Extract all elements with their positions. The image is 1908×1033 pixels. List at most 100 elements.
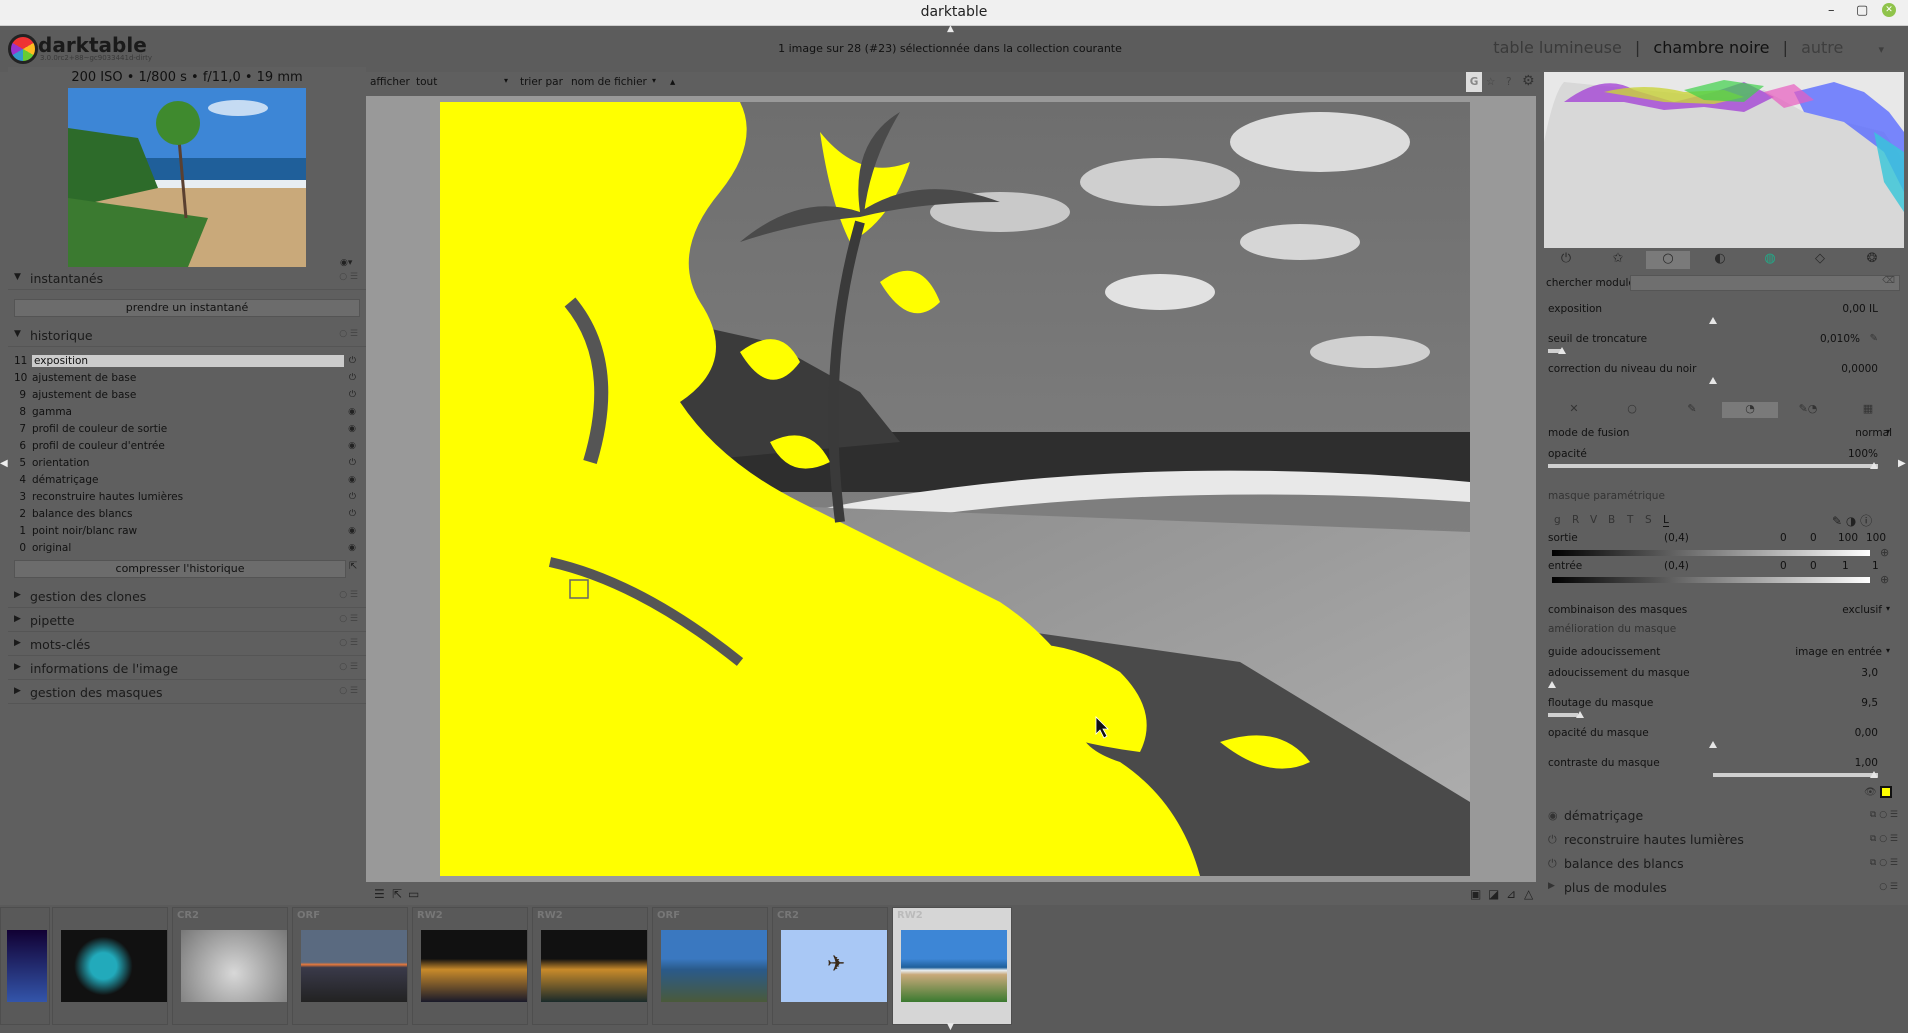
blend-parametric-icon[interactable]: ◔ <box>1722 402 1778 418</box>
display-mask-eye-icon[interactable]: 👁 <box>1864 787 1877 798</box>
close-button[interactable]: ✕ <box>1882 3 1896 17</box>
invert-polarity-icon[interactable]: ⊕ <box>1880 573 1889 586</box>
dropdown-arrow-icon[interactable]: ▾ <box>1886 604 1890 613</box>
slider-knob[interactable] <box>1558 347 1566 354</box>
clipping-threshold-slider[interactable]: seuil de troncature 0,010% ✎ <box>1548 333 1878 361</box>
blend-raster-icon[interactable]: ▦ <box>1840 402 1896 418</box>
clone-section-header[interactable]: ▶ gestion des clones ○ ☰ <box>8 586 366 608</box>
color-picker-icon[interactable]: ✎ <box>1870 333 1878 344</box>
feathering-radius-slider[interactable]: adoucissement du masque 3,0 <box>1548 667 1878 695</box>
history-item[interactable]: 8 gamma ◉ <box>14 406 360 423</box>
search-module-input[interactable]: ⌫ <box>1630 275 1900 291</box>
black-level-slider[interactable]: correction du niveau du noir 0,0000 <box>1548 363 1878 391</box>
blend-uniform-icon[interactable]: ○ <box>1604 402 1660 418</box>
history-item[interactable]: 4 dématriçage ◉ <box>14 474 360 491</box>
history-item[interactable]: 2 balance des blancs ⏻ <box>14 508 360 525</box>
snapshots-header[interactable]: ▼ instantanés ○ ☰ <box>8 268 366 290</box>
module-header-icons[interactable]: ⧉ ○ ☰ <box>1870 810 1898 820</box>
active-modules-power-icon[interactable]: ⏻ <box>1544 251 1588 269</box>
show-dropdown[interactable]: tout <box>416 76 437 88</box>
tagging-section-header[interactable]: ▶ mots-clés ○ ☰ <box>8 634 366 656</box>
correct-group-icon[interactable]: ◇ <box>1798 251 1842 269</box>
history-item[interactable]: 7 profil de couleur de sortie ◉ <box>14 423 360 440</box>
input-gradient-slider[interactable] <box>1552 577 1870 583</box>
mask-manager-section-header[interactable]: ▶ gestion des masques ○ ☰ <box>8 682 366 704</box>
mask-contrast-slider[interactable]: contraste du masque 1,00 <box>1548 757 1878 785</box>
channel-tab[interactable]: g <box>1554 514 1561 526</box>
tone-group-icon[interactable]: ◐ <box>1698 251 1742 269</box>
history-item[interactable]: 5 orientation ⏻ <box>14 457 360 474</box>
view-lighttable[interactable]: table lumineuse <box>1493 38 1622 57</box>
preferences-gear-icon[interactable]: ⚙ <box>1522 73 1535 89</box>
invert-polarity-icon[interactable]: ⊕ <box>1880 546 1889 559</box>
compress-history-button[interactable]: compresser l'historique <box>14 560 346 578</box>
navigation-thumbnail[interactable] <box>68 88 306 267</box>
reset-icon[interactable]: ○ ☰ <box>339 638 358 648</box>
module-demosaic[interactable]: ◉ dématriçage ⧉ ○ ☰ <box>1544 806 1904 828</box>
reset-icon[interactable]: ○ ☰ <box>339 590 358 600</box>
maximize-button[interactable]: ▢ <box>1856 3 1868 18</box>
take-snapshot-button[interactable]: prendre un instantané <box>14 299 360 317</box>
top-panel-collapse-icon[interactable]: ▲ <box>947 24 954 34</box>
power-icon[interactable]: ⏻ <box>1548 857 1557 871</box>
dropdown-arrow-icon[interactable]: ▾ <box>652 76 656 85</box>
filmstrip-thumbnail[interactable]: RW2 <box>532 907 648 1025</box>
right-panel-collapse-icon[interactable]: ▶ <box>1898 458 1906 469</box>
power-icon[interactable]: ⏻ <box>1548 833 1557 847</box>
channel-tab[interactable]: V <box>1590 514 1597 526</box>
minimize-button[interactable]: – <box>1828 3 1835 18</box>
filmstrip-thumbnail-selected[interactable]: RW2 <box>892 907 1012 1025</box>
history-item[interactable]: 10 ajustement de base ⏻ <box>14 372 360 389</box>
main-image[interactable] <box>440 102 1470 876</box>
filmstrip-thumbnail[interactable]: ORF <box>292 907 408 1025</box>
history-item[interactable]: 9 ajustement de base ⏻ <box>14 389 360 406</box>
blend-drawn-icon[interactable]: ✎ <box>1664 402 1720 418</box>
dropdown-arrow-icon[interactable]: ▾ <box>1886 427 1890 436</box>
slider-knob[interactable] <box>1548 681 1556 688</box>
sort-order-icon[interactable]: ▴ <box>670 76 675 88</box>
gamut-check-icon[interactable]: ⊿ <box>1506 887 1516 901</box>
star-overlay-icon[interactable]: ☆ <box>1486 76 1495 88</box>
mask-opacity-slider[interactable]: opacité du masque 0,00 <box>1548 727 1878 755</box>
dropdown-arrow-icon[interactable]: ▾ <box>1886 646 1890 655</box>
channel-tab[interactable]: S <box>1645 514 1652 526</box>
filmstrip-thumbnail[interactable] <box>52 907 168 1025</box>
dropdown-arrow-icon[interactable]: ▾ <box>504 76 508 85</box>
history-item[interactable]: 11 exposition ⏻ <box>14 355 360 372</box>
help-icon[interactable]: ? <box>1506 76 1512 88</box>
blend-mode-dropdown[interactable]: normal <box>1840 427 1892 439</box>
slider-knob[interactable] <box>1870 771 1878 778</box>
sort-dropdown[interactable]: nom de fichier <box>571 76 647 88</box>
view-other[interactable]: autre <box>1801 38 1843 57</box>
histogram[interactable] <box>1544 72 1904 248</box>
channel-tab[interactable]: B <box>1608 514 1615 526</box>
history-item[interactable]: 1 point noir/blanc raw ◉ <box>14 525 360 542</box>
output-gradient-slider[interactable] <box>1552 550 1870 556</box>
opacity-slider[interactable]: opacité 100% <box>1548 448 1878 476</box>
feathering-guide-dropdown[interactable]: image en entrée <box>1770 646 1882 658</box>
filmstrip-thumbnail[interactable]: CR2 <box>172 907 288 1025</box>
slider-knob[interactable] <box>1709 317 1717 324</box>
view-darkroom[interactable]: chambre noire <box>1653 38 1769 57</box>
bottom-panel-collapse-icon[interactable]: ▼ <box>947 1022 954 1032</box>
history-item[interactable]: 0 original ◉ <box>14 542 360 559</box>
slider-knob[interactable] <box>1709 377 1717 384</box>
quick-access-presets-icon[interactable]: ☰ <box>374 887 385 901</box>
history-item[interactable]: 6 profil de couleur d'entrée ◉ <box>14 440 360 457</box>
slider-knob[interactable] <box>1576 711 1584 718</box>
basic-group-circle-icon[interactable]: ○ <box>1646 251 1690 269</box>
filmstrip-thumbnail[interactable]: ORF <box>652 907 768 1025</box>
module-header-icons[interactable]: ○ ☰ <box>1879 882 1898 892</box>
effect-group-icon[interactable]: ❂ <box>1850 251 1894 269</box>
mask-picker-icons[interactable]: ✎ ◑ ⓘ <box>1832 512 1872 529</box>
favorites-star-icon[interactable]: ✩ <box>1596 251 1640 269</box>
slider-knob[interactable] <box>1709 741 1717 748</box>
blend-drawn-parametric-icon[interactable]: ✎◔ <box>1780 402 1836 418</box>
module-header-icons[interactable]: ⧉ ○ ☰ <box>1870 858 1898 868</box>
clear-icon[interactable]: ⌫ <box>1882 276 1895 286</box>
more-modules[interactable]: ▶ plus de modules ○ ☰ <box>1544 878 1904 900</box>
quick-access-styles-icon[interactable]: ⇱ <box>392 887 402 901</box>
channel-tab[interactable]: R <box>1572 514 1579 526</box>
exposure-slider[interactable]: exposition 0,00 IL <box>1548 303 1878 331</box>
color-picker-section-header[interactable]: ▶ pipette ○ ☰ <box>8 610 366 632</box>
